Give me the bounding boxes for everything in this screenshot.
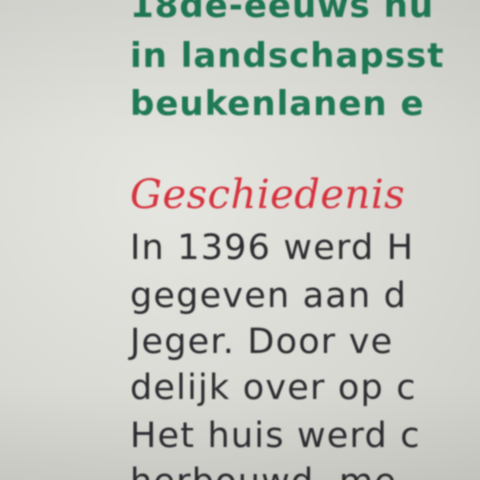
body-line-4: delijk over op c — [130, 368, 417, 408]
intro-line-1: 18de-eeuws hu — [130, 0, 435, 26]
body-line-3: Jeger. Door ve — [130, 322, 394, 362]
body-line-6: herbouwd, me — [130, 462, 397, 480]
section-heading: Geschiedenis — [130, 172, 406, 218]
intro-line-2: in landschapsst — [130, 36, 445, 76]
information-sign: 18de-eeuws hu in landschapsst beukenlane… — [0, 0, 480, 480]
body-line-2: gegeven aan d — [130, 276, 408, 316]
body-line-1: In 1396 werd H — [130, 228, 415, 268]
body-line-5: Het huis werd c — [130, 416, 421, 456]
intro-line-3: beukenlanen e — [130, 84, 425, 124]
